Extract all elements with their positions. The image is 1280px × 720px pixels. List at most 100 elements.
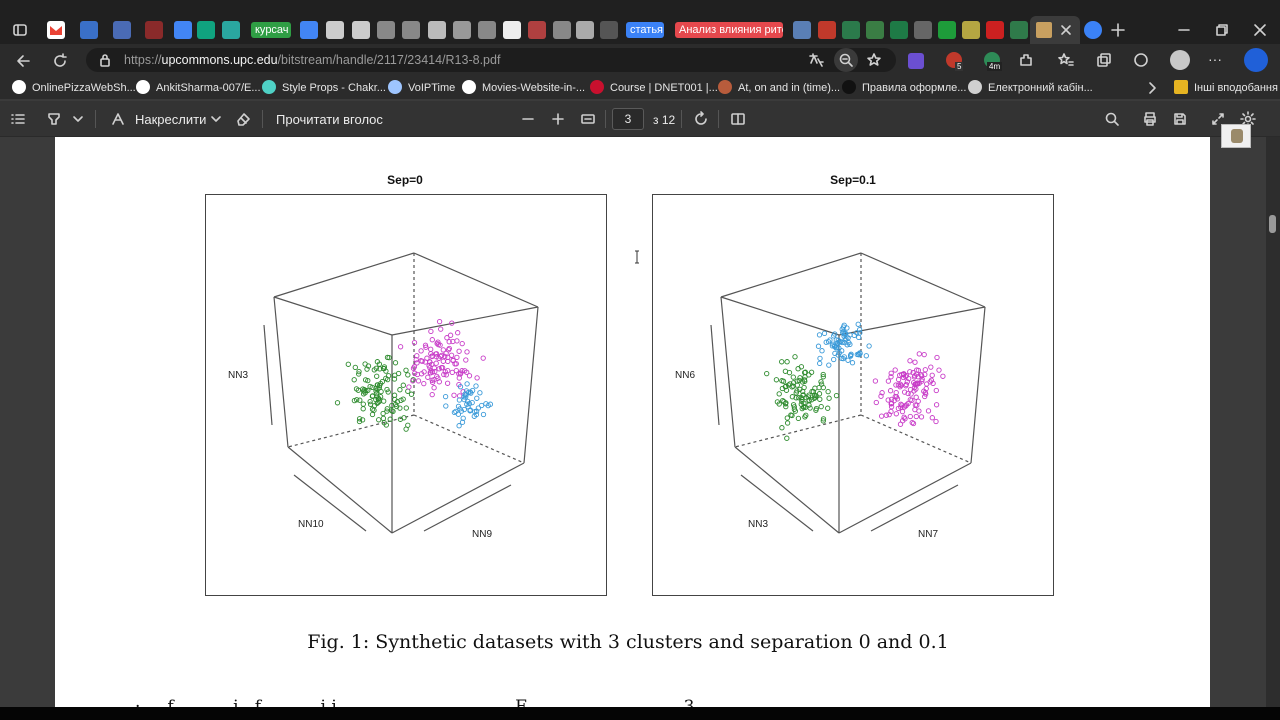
extension-icon[interactable] <box>908 53 924 69</box>
edge-icon[interactable] <box>1133 52 1149 68</box>
collections-icon[interactable] <box>1096 52 1112 68</box>
app-tab-icon[interactable] <box>842 21 860 39</box>
new-tab-icon[interactable] <box>1110 22 1126 38</box>
stack-tab-icon[interactable] <box>145 21 163 39</box>
youtube-tab-icon[interactable] <box>986 21 1004 39</box>
bookmark-item[interactable]: AnkitSharma-007/E... <box>136 80 261 96</box>
floating-sidebar-icon[interactable] <box>1221 124 1251 148</box>
page-tab-icon[interactable] <box>377 21 395 39</box>
close-tab-icon[interactable] <box>1060 24 1072 36</box>
save-icon[interactable] <box>1172 111 1188 127</box>
scrollbar-thumb[interactable] <box>1269 215 1276 233</box>
bookmark-item[interactable]: VoIPTime <box>388 80 455 96</box>
chevron-right-icon[interactable] <box>1145 80 1159 96</box>
print-icon[interactable] <box>1142 111 1158 127</box>
app-tab-icon[interactable] <box>866 21 884 39</box>
highlight-icon[interactable] <box>46 111 62 127</box>
active-tab[interactable] <box>1030 16 1080 44</box>
scatter-point <box>933 402 940 408</box>
wiki-tab-icon[interactable] <box>576 21 594 39</box>
restore-icon[interactable] <box>1214 22 1230 38</box>
contents-icon[interactable] <box>10 111 26 127</box>
bookmark-item[interactable]: Course | DNET001 |... <box>590 80 718 96</box>
bottom-edge <box>0 707 1280 720</box>
draw-button-label[interactable]: Накреслити <box>135 112 206 128</box>
eraser-icon[interactable] <box>235 111 251 127</box>
favorites-icon[interactable] <box>1058 52 1074 68</box>
scatter-point <box>893 411 899 417</box>
tab-actions-icon[interactable] <box>12 22 28 38</box>
tab-group-kursach[interactable]: курсач <box>251 22 291 38</box>
read-aloud-button[interactable]: Прочитати вголос <box>276 112 383 128</box>
scatter-point <box>403 367 409 373</box>
page-tab-icon[interactable] <box>553 21 571 39</box>
back-icon[interactable] <box>14 52 32 70</box>
page-number-input[interactable]: 3 <box>612 108 644 130</box>
bookmark-item[interactable]: Правила оформле... <box>842 80 966 96</box>
zoom-button[interactable] <box>834 48 858 72</box>
close-window-icon[interactable] <box>1252 22 1268 38</box>
sheets-tab-icon[interactable] <box>938 21 956 39</box>
a-tab-icon[interactable] <box>428 21 446 39</box>
scatter-point <box>381 398 387 404</box>
zoom-out-icon[interactable] <box>520 111 536 127</box>
zoom-icon <box>839 53 853 67</box>
browser-window: { "browser": { "tab_pills": ["курсач", "… <box>0 0 1280 720</box>
lock-icon[interactable] <box>98 53 112 67</box>
app-tab-icon[interactable] <box>600 21 618 39</box>
scatter-point <box>817 360 823 367</box>
app-tab-icon[interactable] <box>222 21 240 39</box>
gdocs-tab-icon[interactable] <box>300 21 318 39</box>
cube-edge <box>720 296 840 336</box>
app-tab-icon[interactable] <box>818 21 836 39</box>
draw-icon[interactable] <box>110 111 126 127</box>
scatter-point <box>405 388 411 394</box>
chatgpt-tab-icon[interactable] <box>197 21 215 39</box>
scatter-point <box>440 347 446 353</box>
tab-group-analiz[interactable]: Анализ влияния ритс <box>675 22 783 38</box>
copilot-icon[interactable] <box>1244 48 1268 72</box>
chevron-down-icon[interactable] <box>210 113 222 125</box>
address-field[interactable]: https://upcommons.upc.edu/bitstream/hand… <box>86 48 896 72</box>
extensions-icon[interactable] <box>1018 52 1034 68</box>
gmail-tab-icon[interactable] <box>47 21 65 39</box>
rotate-icon[interactable] <box>693 111 709 127</box>
scatter-point <box>817 355 823 362</box>
page-tab-icon[interactable] <box>478 21 496 39</box>
fit-width-icon[interactable] <box>580 111 596 127</box>
bookmark-item[interactable]: OnlinePizzaWebSh... <box>12 80 136 96</box>
translate-icon[interactable] <box>808 52 824 68</box>
pdf-tab-icon[interactable] <box>528 21 546 39</box>
app-tab-icon[interactable] <box>793 21 811 39</box>
app-tab-icon[interactable] <box>962 21 980 39</box>
gdocs-tab-icon[interactable] <box>174 21 192 39</box>
bookmark-item[interactable]: Movies-Website-in-... <box>462 80 585 96</box>
zoom-in-icon[interactable] <box>550 111 566 127</box>
bookmark-item[interactable]: Style Props - Chakr... <box>262 80 386 96</box>
profile-avatar[interactable] <box>1170 50 1190 70</box>
chevron-down-icon[interactable] <box>72 113 84 125</box>
tab-group-statya[interactable]: статья <box>626 22 664 38</box>
r-tab-icon[interactable] <box>503 21 521 39</box>
bookmark-item[interactable]: At, on and in (time)... <box>718 80 840 96</box>
page-view-icon[interactable] <box>730 111 746 127</box>
refresh-icon[interactable] <box>51 52 69 70</box>
minimize-icon[interactable] <box>1176 22 1192 38</box>
search-icon[interactable] <box>1104 111 1120 127</box>
calendar-tab-icon[interactable] <box>80 21 98 39</box>
r-tab-icon[interactable] <box>453 21 471 39</box>
more-menu-icon[interactable]: ··· <box>1208 51 1222 67</box>
other-bookmarks[interactable]: Інші вподобання <box>1174 80 1278 96</box>
app-tab-icon[interactable] <box>1010 21 1028 39</box>
page-tab-icon[interactable] <box>402 21 420 39</box>
app-tab-icon[interactable] <box>890 21 908 39</box>
r-tab-icon[interactable] <box>326 21 344 39</box>
d-tab-icon[interactable] <box>352 21 370 39</box>
scatter-point <box>899 408 906 415</box>
scrollbar[interactable] <box>1266 137 1280 707</box>
app-tab-icon[interactable] <box>1084 21 1102 39</box>
favorite-add-icon[interactable] <box>866 52 882 68</box>
app-tab-icon[interactable] <box>914 21 932 39</box>
doc-tab-icon[interactable] <box>113 21 131 39</box>
bookmark-item[interactable]: Електронний кабін... <box>968 80 1093 96</box>
